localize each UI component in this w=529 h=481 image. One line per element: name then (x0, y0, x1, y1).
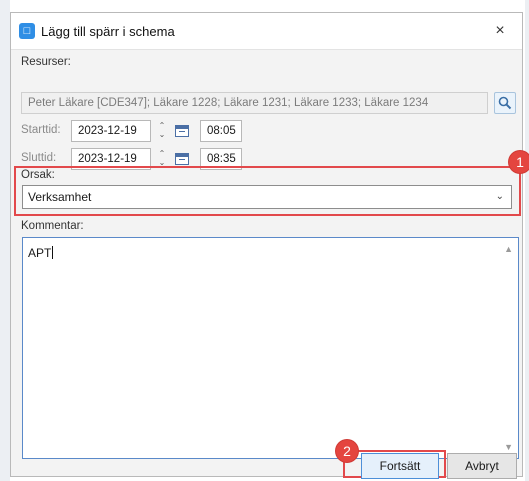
reason-select[interactable]: Verksamhet ⌄ (22, 185, 512, 209)
end-time-label: Sluttid: (21, 152, 57, 164)
calendar-app-icon: □ (19, 23, 35, 39)
magnifier-icon (498, 96, 512, 110)
start-calendar-icon[interactable] (175, 125, 189, 137)
cancel-button[interactable]: Avbryt (447, 453, 517, 479)
start-date-field[interactable]: 2023-12-19 (71, 120, 151, 142)
text-caret (52, 246, 54, 259)
comment-textarea[interactable]: APT ▲ ▼ (22, 237, 519, 459)
resources-label: Resurser: (21, 56, 71, 68)
end-calendar-icon[interactable] (175, 153, 189, 165)
reason-select-value: Verksamhet (28, 190, 92, 204)
continue-button[interactable]: Fortsätt (361, 453, 439, 479)
title-bar: □ Lägg till spärr i schema × (11, 13, 522, 50)
start-date-spinner[interactable]: ⌃ ⌄ (157, 121, 167, 141)
start-time-label: Starttid: (21, 124, 61, 136)
resources-field: Peter Läkare [CDE347]; Läkare 1228; Läka… (21, 92, 488, 114)
background-window-edge (0, 0, 10, 481)
chevron-down-icon: ⌄ (495, 191, 504, 202)
dialog-window: □ Lägg till spärr i schema × Resurser: P… (10, 12, 529, 479)
scroll-up-icon[interactable]: ▲ (504, 244, 513, 254)
search-resources-button[interactable] (494, 92, 516, 114)
comment-text: APT (28, 246, 52, 260)
comment-label: Kommentar: (21, 220, 84, 232)
close-button[interactable]: × (486, 17, 514, 45)
reason-label: Orsak: (21, 169, 55, 181)
annotation-badge-1: 1 (509, 151, 529, 173)
background-window-edge-right (525, 0, 529, 481)
start-time-field[interactable]: 08:05 (200, 120, 242, 142)
annotation-badge-2: 2 (336, 440, 358, 462)
scroll-down-icon[interactable]: ▼ (504, 442, 513, 452)
dialog-title: Lägg till spärr i schema (41, 24, 175, 39)
